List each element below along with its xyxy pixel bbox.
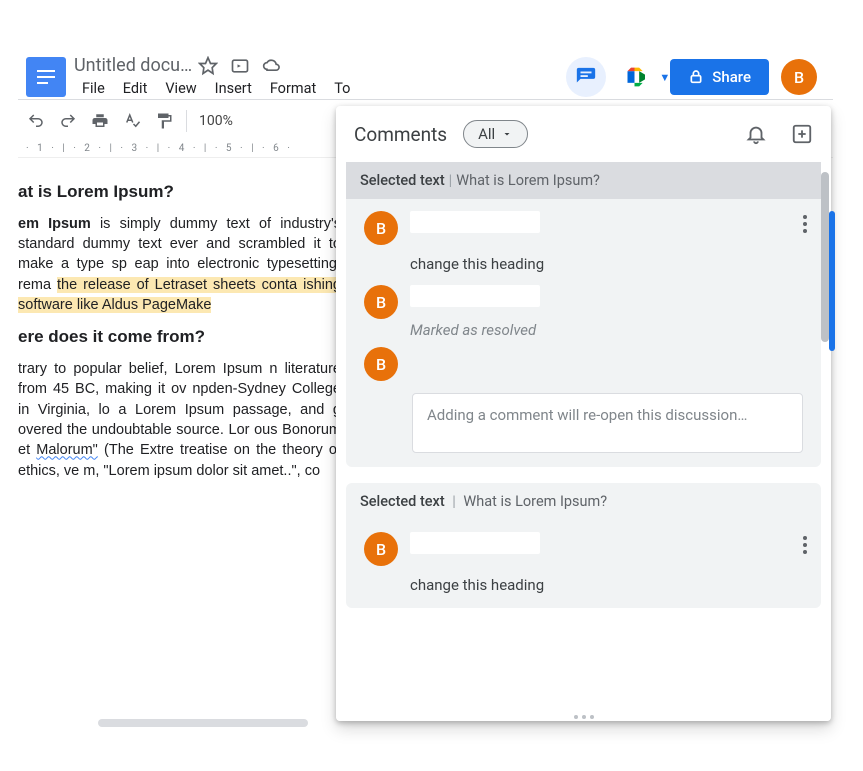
comment-author-placeholder [410,532,540,554]
selected-text-bar: Selected text|What is Lorem Ipsum? [346,162,821,199]
more-options-icon[interactable] [803,215,807,233]
more-options-icon[interactable] [803,536,807,554]
comment-author-placeholder [410,285,540,307]
horizontal-scrollbar[interactable] [98,719,308,727]
document-body[interactable]: at is Lorem Ipsum? em Ipsum is simply du… [18,158,341,487]
comments-scroll-area[interactable]: Selected text|What is Lorem Ipsum? B cha… [336,162,831,721]
menu-insert[interactable]: Insert [207,78,260,99]
spellcheck-icon[interactable] [122,111,142,131]
app-window: Untitled docu… File Edit View I [18,51,833,731]
chevron-down-icon [501,128,513,140]
doc-heading-2[interactable]: ere does it come from? [18,325,341,349]
redo-icon[interactable] [58,111,78,131]
vertical-scrollbar[interactable] [821,172,829,342]
comment-item[interactable]: B change this heading [346,520,821,594]
selected-text: What is Lorem Ipsum? [463,493,607,510]
share-button[interactable]: Share [670,59,769,95]
comment-item[interactable]: B Marked as resolved [346,273,821,339]
document-title[interactable]: Untitled docu… [74,55,192,76]
comment-avatar: B [364,285,398,319]
comment-text: change this heading [410,255,803,273]
notifications-icon[interactable] [745,123,767,145]
comments-panel: Comments All Selected text|What is Lorem… [336,106,831,721]
doc-paragraph-1[interactable]: em Ipsum is simply dummy text of industr… [18,214,341,315]
selected-label: Selected text [360,493,445,510]
zoom-level[interactable]: 100% [199,113,233,129]
filter-label: All [478,125,495,143]
comment-thread: Selected text | What is Lorem Ipsum? B c… [346,483,821,608]
header-left: Untitled docu… File Edit View I [74,55,358,99]
doc-text: em Ipsum [18,216,91,232]
menu-edit[interactable]: Edit [115,78,156,99]
docs-logo-icon[interactable] [26,57,66,97]
panel-drag-handle[interactable] [574,715,594,719]
selected-text: What is Lorem Ipsum? [456,172,600,189]
header-right: ▼ Share B [566,57,825,97]
highlighted-text: the release of Letraset sheets conta [57,277,297,293]
menu-tools[interactable]: To [326,78,358,99]
menubar: File Edit View Insert Format To [74,78,358,99]
doc-heading-1[interactable]: at is Lorem Ipsum? [18,180,341,204]
cloud-saved-icon[interactable] [262,56,282,76]
reply-row: B [346,339,821,381]
star-icon[interactable] [198,56,218,76]
meet-button[interactable]: ▼ [618,57,658,97]
titlebar: Untitled docu… File Edit View I [18,51,833,99]
comment-avatar: B [364,532,398,566]
undo-icon[interactable] [26,111,46,131]
comment-avatar: B [364,347,398,381]
share-label: Share [712,68,751,86]
comment-avatar: B [364,211,398,245]
comments-panel-header: Comments All [336,106,831,162]
comment-author-placeholder [410,211,540,233]
comment-item[interactable]: B change this heading [346,199,821,273]
paint-format-icon[interactable] [154,111,174,131]
doc-paragraph-2[interactable]: trary to popular belief, Lorem Ipsum n l… [18,359,341,481]
resolved-label: Marked as resolved [410,321,803,339]
account-avatar[interactable]: B [781,59,817,95]
right-accent-bar [829,211,835,351]
print-icon[interactable] [90,111,110,131]
reply-input[interactable]: Adding a comment will re-open this discu… [412,393,803,453]
add-comment-icon[interactable] [791,123,813,145]
move-icon[interactable] [230,56,250,76]
comment-thread: Selected text|What is Lorem Ipsum? B cha… [346,162,821,467]
chevron-down-icon[interactable]: ▼ [659,71,670,84]
comment-text: change this heading [410,576,803,594]
open-comments-button[interactable] [566,57,606,97]
menu-view[interactable]: View [157,78,204,99]
menu-file[interactable]: File [74,78,113,99]
selected-text-bar: Selected text | What is Lorem Ipsum? [346,483,821,520]
comments-filter-chip[interactable]: All [463,120,528,148]
menu-format[interactable]: Format [262,78,324,99]
spelling-underline: Malorum" [36,442,98,458]
selected-label: Selected text [360,172,445,189]
comments-panel-title: Comments [354,123,447,146]
